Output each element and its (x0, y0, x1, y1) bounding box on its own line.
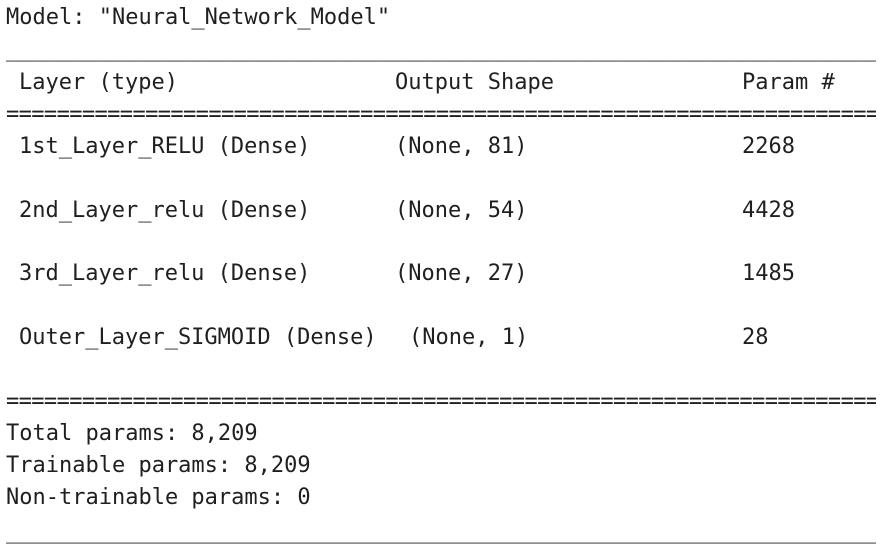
table-row: Outer_Layer_SIGMOID (Dense) (None, 1) 28 (0, 322, 886, 354)
layer-output-shape: (None, 81) (395, 134, 528, 159)
bottom-rule: ________________________________________… (6, 519, 876, 544)
layer-param-count: 4428 (742, 198, 795, 223)
layer-param-count: 1485 (742, 261, 795, 286)
header-output-shape: Output Shape (395, 70, 554, 95)
layer-name: 1st_Layer_RELU (Dense) (19, 134, 311, 159)
table-row: 3rd_Layer_relu (Dense) (None, 27) 1485 (0, 258, 886, 290)
trainable-params: Trainable params: 8,209 (6, 453, 311, 478)
layer-name: 2nd_Layer_relu (Dense) (19, 198, 311, 223)
layer-output-shape: (None, 1) (409, 325, 529, 350)
top-rule: ________________________________________… (6, 37, 876, 62)
table-header: Layer (type) Output Shape Param # (0, 67, 886, 99)
header-param-count: Param # (742, 70, 835, 95)
header-layer-type: Layer (type) (19, 70, 178, 95)
layer-output-shape: (None, 27) (395, 261, 528, 286)
layer-param-count: 2268 (742, 134, 795, 159)
table-row: 2nd_Layer_relu (Dense) (None, 54) 4428 (0, 195, 886, 227)
non-trainable-params: Non-trainable params: 0 (6, 485, 311, 510)
layer-output-shape: (None, 54) (395, 198, 528, 223)
model-title: Model: "Neural_Network_Model" (6, 5, 391, 30)
header-rule: ========================================… (6, 102, 876, 127)
layer-name: Outer_Layer_SIGMOID (Dense) (19, 325, 377, 350)
model-summary: Model: "Neural_Network_Model" __________… (0, 0, 886, 550)
table-row: 1st_Layer_RELU (Dense) (None, 81) 2268 (0, 131, 886, 163)
total-params: Total params: 8,209 (6, 421, 258, 446)
footer-rule: ========================================… (6, 389, 876, 414)
layer-param-count: 28 (742, 325, 769, 350)
layer-name: 3rd_Layer_relu (Dense) (19, 261, 311, 286)
